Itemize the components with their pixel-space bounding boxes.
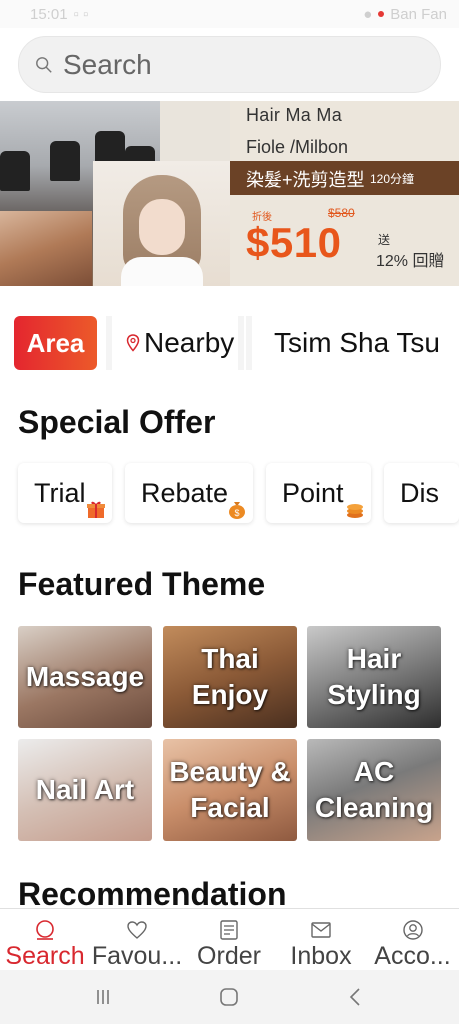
svg-text:$: $ bbox=[234, 508, 239, 518]
theme-hair-styling[interactable]: Hair Styling bbox=[307, 626, 441, 728]
nav-label: Inbox bbox=[290, 942, 352, 970]
offer-trial[interactable]: Trial bbox=[18, 463, 112, 523]
status-bar: 15:01 ▫ ▫ ● Ban Fan bbox=[0, 0, 459, 28]
model-portrait bbox=[93, 161, 230, 286]
theme-label: Thai Enjoy bbox=[191, 642, 269, 710]
theme-beauty-facial[interactable]: Beauty & Facial bbox=[163, 739, 297, 841]
special-offer-list: Trial Rebate $ Point Dis bbox=[0, 463, 459, 527]
nav-account[interactable]: Acco... bbox=[366, 909, 459, 971]
banner-price: $510 bbox=[246, 219, 342, 266]
nav-label: Search bbox=[5, 942, 85, 970]
banner-original-price: $580 bbox=[328, 206, 355, 220]
theme-label: AC Cleaning bbox=[314, 755, 434, 823]
nav-inbox[interactable]: Inbox bbox=[280, 909, 362, 971]
district-label: Tsim Sha Tsu bbox=[274, 327, 440, 358]
nav-label: Acco... bbox=[374, 942, 451, 970]
offer-label: Rebate bbox=[141, 477, 229, 508]
theme-ac-cleaning[interactable]: AC Cleaning bbox=[307, 739, 441, 841]
money-bag-icon: $ bbox=[229, 502, 245, 519]
search-icon bbox=[36, 920, 54, 940]
status-right-text: Ban Fan bbox=[390, 5, 447, 23]
featured-theme-grid: Massage Thai Enjoy Hair Styling Nail Art… bbox=[18, 626, 442, 842]
receipt-icon bbox=[220, 920, 238, 940]
area-filter-row: Area Nearby Tsim Sha Tsu bbox=[0, 314, 459, 372]
recent-apps-icon[interactable] bbox=[91, 985, 115, 1009]
coins-icon bbox=[347, 504, 363, 518]
search-icon bbox=[36, 56, 52, 73]
offer-label: Dis bbox=[400, 477, 439, 508]
theme-thai-enjoy[interactable]: Thai Enjoy bbox=[163, 626, 297, 728]
nearby-label: Nearby bbox=[144, 327, 235, 358]
status-time: 15:01 bbox=[30, 5, 68, 23]
promo-banner[interactable]: Hair Ma Ma Fiole /Milbon 染髮+洗剪造型 120分鐘 折… bbox=[0, 101, 459, 286]
user-icon bbox=[402, 920, 423, 940]
banner-brand: Hair Ma Ma bbox=[246, 105, 343, 125]
location-icon: ● bbox=[363, 5, 373, 23]
nav-label: Order bbox=[197, 942, 261, 970]
banner-gift-label: 送 bbox=[378, 233, 391, 247]
banner-duration: 120分鐘 bbox=[370, 172, 415, 186]
notification-icons: ▫ ▫ bbox=[73, 5, 89, 23]
banner-service-strip: 染髮+洗剪造型 120分鐘 bbox=[230, 161, 459, 195]
nav-favourites[interactable]: Favou... bbox=[90, 909, 184, 971]
heart-icon bbox=[127, 921, 147, 939]
nav-label: Favou... bbox=[91, 942, 183, 970]
nav-order[interactable]: Order bbox=[184, 909, 274, 971]
bottom-nav: Search Favou... Order Inbox Acco... bbox=[0, 908, 459, 970]
system-nav-bar bbox=[0, 970, 459, 1024]
notification-dot bbox=[378, 11, 385, 17]
special-offer-title: Special Offer bbox=[18, 404, 216, 440]
location-pin-icon bbox=[126, 334, 140, 352]
theme-label: Nail Art bbox=[35, 773, 135, 805]
banner-service: 染髮+洗剪造型 bbox=[246, 170, 365, 190]
theme-label: Hair Styling bbox=[327, 642, 421, 710]
offer-label: Point bbox=[282, 477, 344, 508]
offer-label: Trial bbox=[34, 477, 86, 508]
gift-icon bbox=[87, 501, 105, 518]
theme-label: Beauty & Facial bbox=[169, 755, 291, 823]
offer-point[interactable]: Point bbox=[266, 463, 371, 523]
offer-discount[interactable]: Dis bbox=[384, 463, 459, 523]
home-icon[interactable] bbox=[217, 985, 241, 1009]
banner-products: Fiole /Milbon bbox=[246, 137, 349, 157]
search-bar[interactable] bbox=[18, 36, 441, 93]
search-input[interactable] bbox=[63, 48, 403, 81]
banner-rebate: 12% 回贈 bbox=[376, 253, 445, 270]
theme-massage[interactable]: Massage bbox=[18, 626, 152, 728]
theme-label: Massage bbox=[25, 660, 145, 692]
area-button[interactable]: Area bbox=[14, 316, 97, 370]
nav-search[interactable]: Search bbox=[0, 909, 90, 971]
featured-theme-title: Featured Theme bbox=[18, 566, 266, 602]
offer-rebate[interactable]: Rebate $ bbox=[125, 463, 253, 523]
back-icon[interactable] bbox=[344, 985, 368, 1009]
hair-photo bbox=[0, 211, 92, 286]
mail-icon bbox=[311, 922, 331, 938]
theme-nail-art[interactable]: Nail Art bbox=[18, 739, 152, 841]
nearby-chip[interactable]: Nearby bbox=[106, 316, 244, 370]
district-chip[interactable]: Tsim Sha Tsu bbox=[246, 316, 459, 370]
